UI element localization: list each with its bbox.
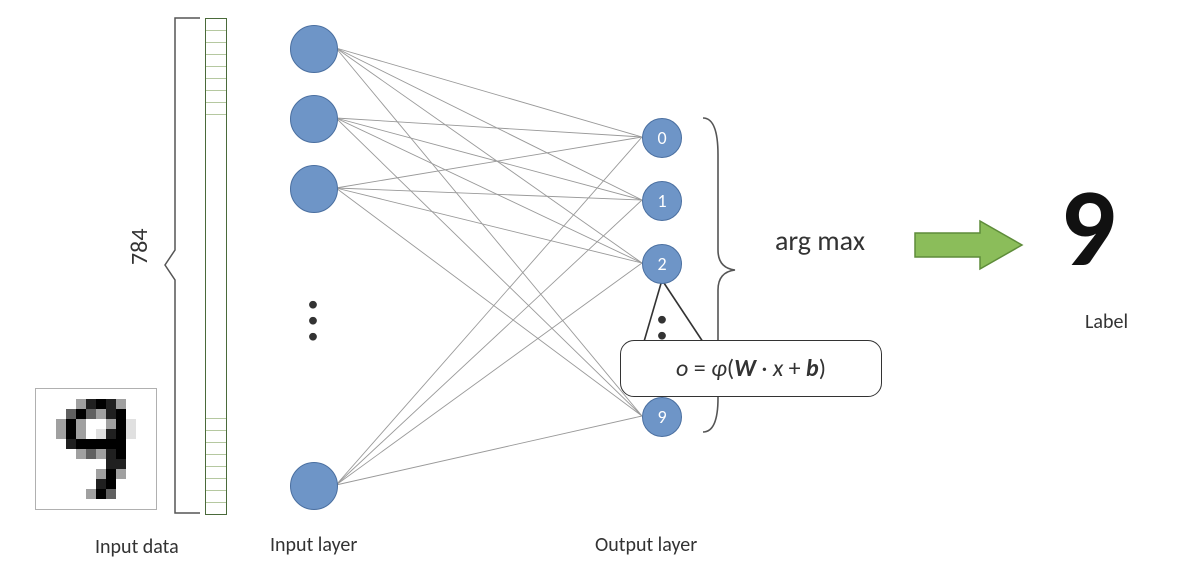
argmax-label: arg max bbox=[775, 223, 865, 258]
arrow-right-icon bbox=[910, 215, 1030, 275]
input-vector bbox=[205, 18, 227, 515]
caption-output-layer: Output layer bbox=[595, 533, 697, 557]
node-label: 0 bbox=[657, 127, 666, 149]
formula-callout: o = φ(W · x + b) bbox=[620, 340, 882, 397]
ellipsis-icon: ••• bbox=[306, 300, 320, 340]
output-node-9: 9 bbox=[642, 397, 682, 437]
node-label: 1 bbox=[657, 190, 666, 212]
input-node bbox=[290, 462, 338, 510]
predicted-digit: 9 bbox=[1060, 160, 1116, 295]
output-node-0: 0 bbox=[642, 118, 682, 158]
nn-diagram: 784 ••• 0 1 2 ••• 9 arg max 9 Input data… bbox=[0, 0, 1200, 575]
node-label: 9 bbox=[657, 406, 666, 428]
caption-input-data: Input data bbox=[95, 535, 179, 559]
activation-formula: o = φ(W · x + b) bbox=[676, 354, 826, 383]
input-node bbox=[290, 165, 338, 213]
input-node bbox=[290, 95, 338, 143]
output-node-2: 2 bbox=[642, 244, 682, 284]
input-size-label: 784 bbox=[125, 229, 154, 266]
input-image-pixels bbox=[36, 389, 156, 509]
caption-label: Label bbox=[1085, 310, 1128, 334]
caption-input-layer: Input layer bbox=[270, 533, 357, 557]
input-image bbox=[35, 388, 157, 510]
connection-lines bbox=[0, 0, 1200, 575]
output-node-1: 1 bbox=[642, 181, 682, 221]
node-label: 2 bbox=[657, 253, 666, 275]
input-node bbox=[290, 25, 338, 73]
